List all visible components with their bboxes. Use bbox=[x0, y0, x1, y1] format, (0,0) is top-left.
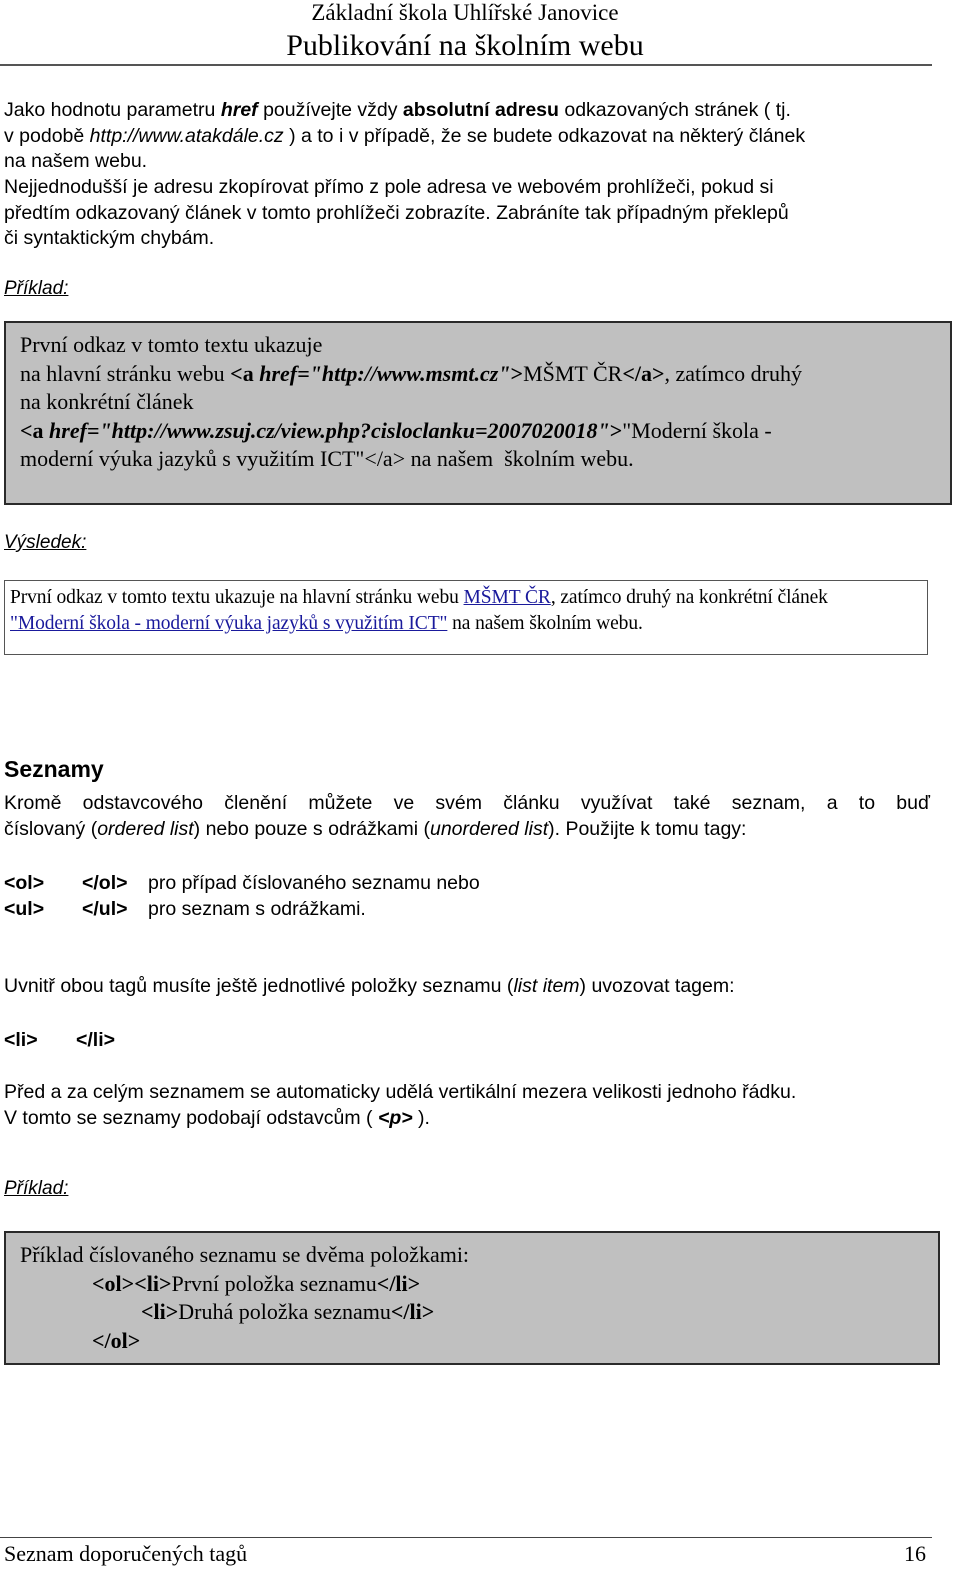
tag-row-ul: <ul> </ul> pro seznam s odrážkami. bbox=[4, 897, 366, 923]
code-example-links: První odkaz v tomto textu ukazuje na hla… bbox=[4, 321, 952, 505]
absolute-address-term: absolutní adresu bbox=[402, 99, 559, 121]
href-term: href bbox=[220, 99, 258, 121]
code-line: <ol><li>První položka seznamu</li> bbox=[92, 1270, 421, 1296]
code-example-list: Příklad číslovaného seznamu se dvěma pol… bbox=[4, 1231, 940, 1365]
code-line: <a href="http://www.zsuj.cz/view.php?cis… bbox=[20, 417, 772, 443]
tag-description: pro seznam s odrážkami. bbox=[148, 898, 366, 920]
tag-row-li: <li> </li> bbox=[4, 1028, 115, 1054]
lists-paragraph-1: Kromě odstavcového členění můžete ve své… bbox=[4, 791, 930, 842]
tag-close: </li> bbox=[76, 1029, 116, 1051]
paragraph-line: Kromě odstavcového členění můžete ve své… bbox=[4, 792, 930, 814]
intro-line: Nejjednodušší je adresu zkopírovat přímo… bbox=[4, 176, 774, 198]
paragraph-line: číslovaný (ordered list) nebo pouze s od… bbox=[4, 817, 747, 840]
tag-open: <li> bbox=[4, 1029, 38, 1051]
lists-paragraph-3: Před a za celým seznamem se automaticky … bbox=[4, 1080, 930, 1131]
school-name: Základní škola Uhlířské Janovice bbox=[311, 0, 619, 25]
msmt-link[interactable]: MŠMT ČR bbox=[464, 587, 551, 608]
footer-section-title: Seznam doporučených tagů bbox=[4, 1541, 248, 1566]
page-title: Publikování na školním webu bbox=[286, 29, 644, 62]
rendered-result-box: První odkaz v tomto textu ukazuje na hla… bbox=[4, 580, 928, 655]
example-url: http://www.atakdále.cz bbox=[89, 124, 284, 147]
code-line: na hlavní stránku webu <a href="http://w… bbox=[20, 360, 802, 386]
intro-line: na našem webu. bbox=[4, 150, 148, 172]
footer-divider bbox=[0, 1537, 932, 1538]
intro-paragraph-2: Nejjednodušší je adresu zkopírovat přímo… bbox=[4, 175, 930, 252]
tag-open: <ul> bbox=[4, 898, 45, 920]
code-line: První odkaz v tomto textu ukazuje bbox=[20, 332, 323, 357]
intro-line: či syntaktickým chybám. bbox=[4, 227, 215, 249]
header-divider bbox=[0, 64, 932, 66]
intro-line: předtím odkazovaný článek v tomto prohlí… bbox=[4, 201, 789, 224]
result-label: Výsledek: bbox=[4, 532, 87, 553]
result-line: "Moderní škola - moderní výuka jazyků s … bbox=[10, 613, 643, 634]
article-link[interactable]: "Moderní škola - moderní výuka jazyků s … bbox=[10, 613, 447, 634]
tag-open: <ol> bbox=[4, 872, 45, 894]
code-line: <li>Druhá položka seznamu</li> bbox=[141, 1299, 435, 1324]
tag-close: </ul> bbox=[82, 898, 128, 920]
paragraph-line: Před a za celým seznamem se automaticky … bbox=[4, 1081, 797, 1103]
code-line: na konkrétní článek bbox=[20, 389, 194, 414]
intro-paragraph-1: Jako hodnotu parametru href používejte v… bbox=[4, 98, 930, 175]
intro-line: Jako hodnotu parametru href používejte v… bbox=[4, 99, 791, 121]
intro-line: v podobě http://www.atakdále.cz ) a to i… bbox=[4, 124, 806, 147]
paragraph-line: V tomto se seznamy podobají odstavcům ( … bbox=[4, 1106, 430, 1129]
example-label: Příklad: bbox=[4, 278, 69, 299]
tag-row-ol: <ol> </ol> pro případ číslovaného seznamu … bbox=[4, 871, 480, 897]
tag-description: pro případ číslovaného seznamu nebo bbox=[148, 872, 480, 894]
code-line: moderní výuka jazyků s využitím ICT"</a>… bbox=[20, 446, 634, 471]
code-line: </ol> bbox=[92, 1327, 141, 1353]
example-label: Příklad: bbox=[4, 1178, 69, 1199]
code-line: Příklad číslovaného seznamu se dvěma pol… bbox=[20, 1242, 470, 1267]
result-line: První odkaz v tomto textu ukazuje na hla… bbox=[10, 587, 828, 608]
section-heading-lists: Seznamy bbox=[4, 756, 104, 782]
lists-paragraph-2: Uvnitř obou tagů musíte ještě jednotlivé… bbox=[4, 975, 735, 997]
tag-close: </ol> bbox=[82, 872, 128, 894]
page-number: 16 bbox=[904, 1541, 926, 1566]
